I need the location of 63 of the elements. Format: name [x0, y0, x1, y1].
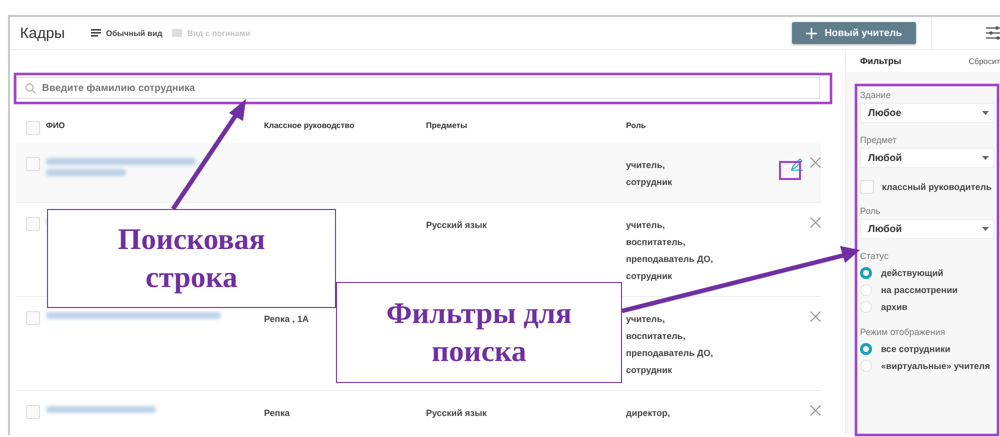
caret-icon [982, 111, 989, 115]
callout-label: Фильтры для поиска [336, 282, 622, 383]
search-field[interactable]: Введите фамилию сотрудника [16, 77, 820, 99]
checkbox-label: классный руководитель [882, 182, 992, 192]
column-header: Классное руководство [264, 121, 354, 130]
table-cell-text: учитель, [626, 159, 666, 172]
row-checkbox[interactable] [26, 217, 40, 231]
highlight-frame [779, 161, 801, 180]
table-cell-text: Русский язык [426, 407, 488, 420]
sliders-icon[interactable] [986, 26, 1000, 40]
checkbox[interactable] [860, 180, 874, 194]
lines-icon [90, 29, 101, 37]
radio-label: «виртуальные» учителя [881, 360, 990, 370]
caret-icon [982, 156, 989, 160]
table-cell-text: преподаватель ДО, [626, 347, 714, 360]
close-icon[interactable] [810, 157, 821, 168]
table-cell-text: учитель, [626, 219, 666, 232]
grid-icon [172, 29, 182, 37]
row-checkbox[interactable] [26, 311, 40, 325]
filter-label: Статус [860, 251, 890, 261]
radio-button[interactable] [860, 266, 872, 278]
table-cell-text: учитель, [626, 313, 666, 326]
search-icon [25, 83, 36, 94]
table-cell-text: воспитатель, [626, 236, 686, 249]
close-icon[interactable] [810, 217, 821, 228]
select-all-checkbox[interactable] [26, 121, 40, 135]
table-cell-text: сотрудник [626, 176, 674, 189]
filter-label: Роль [860, 206, 882, 216]
close-icon[interactable] [810, 405, 821, 416]
plus-icon [806, 28, 817, 38]
pencil-icon[interactable] [790, 157, 804, 171]
radio-label: архив [881, 302, 908, 312]
filters-title: Фильтры [860, 56, 902, 66]
radio-button[interactable] [860, 342, 872, 354]
dropdown[interactable]: Любой [860, 219, 994, 239]
row-checkbox[interactable] [26, 157, 40, 171]
page-title: Кадры [20, 24, 65, 42]
row-checkbox[interactable] [26, 405, 40, 419]
table-cell-text: сотрудник [626, 364, 674, 377]
caret-icon [982, 227, 989, 231]
table-cell: Репка [264, 408, 290, 418]
dropdown[interactable]: Любой [860, 148, 994, 168]
radio-label: все сотрудники [881, 344, 950, 354]
callout-label: Поисковая строка [47, 209, 336, 308]
filter-label: Режим отображения [860, 327, 946, 337]
table-cell: Репка , 1А [264, 314, 309, 324]
table-cell-text: воспитатель, [626, 330, 686, 343]
table-cell-text: Русский язык [426, 219, 488, 232]
reset-link[interactable]: Сбросит [968, 56, 1000, 66]
radio-label: на рассмотрении [881, 284, 958, 294]
table-cell-text: директор, [626, 407, 672, 420]
column-header: ФИО [46, 121, 65, 130]
column-header: Роль [626, 121, 646, 130]
column-header: Предметы [426, 121, 468, 130]
close-icon[interactable] [810, 311, 821, 322]
new-teacher-button[interactable]: Новый учитель [792, 22, 916, 44]
table-cell-text: преподаватель ДО, [626, 253, 714, 266]
filter-label: Здание [860, 90, 892, 100]
table-cell-text: сотрудник [626, 270, 674, 283]
radio-label: действующий [881, 268, 944, 278]
dropdown[interactable]: Любое [860, 103, 994, 123]
filter-label: Предмет [860, 135, 898, 145]
view-toggle[interactable]: Обычный вид [90, 28, 162, 38]
